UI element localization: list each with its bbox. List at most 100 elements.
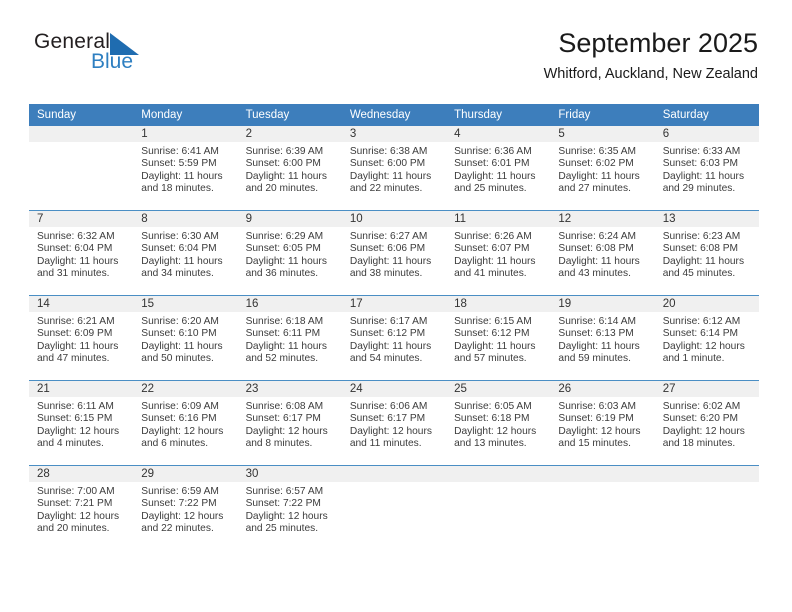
sunset-time: Sunset: 6:05 PM	[245, 243, 321, 255]
day-details: Sunrise: 6:35 AM Sunset: 6:02 PM Daylight:…	[550, 142, 654, 195]
calendar-day-cell[interactable]: 15 Sunrise: 6:20 AM Sunset: 6:10 PM Dayligh…	[133, 295, 238, 381]
sunrise-time: Sunrise: 6:08 AM	[245, 401, 324, 412]
day-details: Sunrise: 6:59 AM Sunset: 7:22 PM Daylight:…	[133, 482, 237, 535]
sunset-time: Sunset: 6:10 PM	[141, 328, 217, 340]
calendar-day-cell[interactable]: 7 Sunrise: 6:32 AM Sunset: 6:04 PM Daylight…	[29, 210, 134, 296]
daylight-duration-line2: and 43 minutes.	[558, 267, 631, 279]
day-cell-inner: 27 Sunrise: 6:02 AM Sunset: 6:20 PM Dayligh…	[654, 381, 759, 465]
calendar-day-cell[interactable]: 28 Sunrise: 7:00 AM Sunset: 7:21 PM Dayligh…	[29, 465, 134, 550]
sunset-time: Sunset: 6:08 PM	[662, 243, 739, 255]
calendar-day-cell[interactable]: 21 Sunrise: 6:11 AM Sunset: 6:15 PM Dayligh…	[29, 380, 134, 466]
daylight-duration-line2: and 45 minutes.	[662, 267, 736, 279]
sunrise-time: Sunrise: 6:39 AM	[245, 146, 324, 157]
calendar-day-cell[interactable]: 20 Sunrise: 6:12 AM Sunset: 6:14 PM Dayligh…	[654, 295, 759, 381]
calendar-day-cell[interactable]: 26 Sunrise: 6:03 AM Sunset: 6:19 PM Dayligh…	[550, 380, 655, 466]
calendar-day-cell[interactable]: 18 Sunrise: 6:15 AM Sunset: 6:12 PM Dayligh…	[446, 295, 551, 381]
day-details: Sunrise: 6:17 AM Sunset: 6:12 PM Daylight:…	[342, 312, 446, 365]
day-number: 28	[29, 466, 134, 482]
daylight-duration-line2: and 22 minutes.	[141, 522, 214, 534]
day-cell-inner: 17 Sunrise: 6:17 AM Sunset: 6:12 PM Dayligh…	[341, 296, 447, 380]
day-number: 27	[654, 381, 759, 397]
calendar-day-cell[interactable]: 9 Sunrise: 6:29 AM Sunset: 6:05 PM Daylight…	[237, 210, 342, 296]
daylight-duration-line2: and 13 minutes.	[454, 437, 527, 449]
day-number: 13	[654, 211, 759, 227]
daylight-duration-line1: Daylight: 12 hours	[558, 425, 641, 437]
daylight-duration-line1: Daylight: 12 hours	[662, 425, 745, 437]
calendar-day-cell[interactable]: 1 Sunrise: 6:41 AM Sunset: 5:59 PM Daylight…	[133, 126, 238, 211]
daylight-duration-line2: and 38 minutes.	[349, 267, 423, 279]
calendar-day-cell[interactable]: 13 Sunrise: 6:23 AM Sunset: 6:08 PM Dayligh…	[654, 210, 759, 296]
calendar-day-cell[interactable]: 8 Sunrise: 6:30 AM Sunset: 6:04 PM Daylight…	[133, 210, 238, 296]
day-cell-inner: 23 Sunrise: 6:08 AM Sunset: 6:17 PM Dayligh…	[237, 381, 342, 465]
day-cell-inner: 16 Sunrise: 6:18 AM Sunset: 6:11 PM Dayligh…	[237, 296, 342, 380]
daylight-duration-line1: Daylight: 11 hours	[245, 340, 327, 352]
calendar-day-cell[interactable]: 10 Sunrise: 6:27 AM Sunset: 6:06 PM Dayligh…	[341, 210, 447, 296]
calendar-day-cell[interactable]: 3 Sunrise: 6:38 AM Sunset: 6:00 PM Daylight…	[341, 126, 447, 211]
sunset-time: Sunset: 6:14 PM	[662, 328, 739, 340]
calendar-day-cell[interactable]: 11 Sunrise: 6:26 AM Sunset: 6:07 PM Dayligh…	[446, 210, 551, 296]
weekday-header-sunday: Sunday	[29, 104, 134, 126]
calendar-day-cell[interactable]: 5 Sunrise: 6:35 AM Sunset: 6:02 PM Daylight…	[550, 126, 655, 211]
daylight-duration-line2: and 11 minutes.	[349, 437, 422, 449]
sunrise-time: Sunrise: 6:32 AM	[37, 231, 115, 242]
calendar-day-cell[interactable]: 19 Sunrise: 6:14 AM Sunset: 6:13 PM Dayligh…	[550, 295, 655, 381]
weekday-header-tuesday: Tuesday	[237, 104, 342, 126]
calendar-week-row: 28 Sunrise: 7:00 AM Sunset: 7:21 PM Dayligh…	[29, 465, 759, 550]
calendar-day-cell[interactable]: 12 Sunrise: 6:24 AM Sunset: 6:08 PM Dayligh…	[550, 210, 655, 296]
brand-logo[interactable]: General Blue	[34, 30, 214, 78]
day-number: 5	[550, 126, 655, 142]
day-number: 11	[446, 211, 551, 227]
daylight-duration-line2: and 59 minutes.	[558, 352, 631, 364]
day-details: Sunrise: 6:24 AM Sunset: 6:08 PM Daylight:…	[550, 227, 654, 280]
calendar-day-cell[interactable]: 14 Sunrise: 6:21 AM Sunset: 6:09 PM Dayligh…	[29, 295, 134, 381]
day-number: 9	[237, 211, 342, 227]
sunrise-time: Sunrise: 6:11 AM	[37, 401, 114, 412]
page-header: General Blue September 2025 Whitford, Au…	[0, 0, 792, 82]
daylight-duration-line2: and 8 minutes.	[245, 437, 313, 449]
day-details: Sunrise: 6:21 AM Sunset: 6:09 PM Daylight:…	[29, 312, 133, 365]
day-number: 24	[341, 381, 447, 397]
day-number: 4	[446, 126, 551, 142]
calendar-day-cell[interactable]: 23 Sunrise: 6:08 AM Sunset: 6:17 PM Dayligh…	[237, 380, 342, 466]
sunrise-time: Sunrise: 6:18 AM	[245, 316, 324, 327]
calendar-day-cell[interactable]: 25 Sunrise: 6:05 AM Sunset: 6:18 PM Dayligh…	[446, 380, 551, 466]
sunset-time: Sunset: 5:59 PM	[141, 158, 217, 170]
sunrise-time: Sunrise: 6:26 AM	[454, 231, 532, 242]
daylight-duration-line1: Daylight: 11 hours	[37, 255, 119, 267]
calendar-day-cell[interactable]: 30 Sunrise: 6:57 AM Sunset: 7:22 PM Dayligh…	[237, 465, 342, 550]
daylight-duration-line2: and 20 minutes.	[245, 182, 319, 194]
day-details: Sunrise: 6:23 AM Sunset: 6:08 PM Daylight:…	[655, 227, 759, 280]
sunset-time: Sunset: 6:00 PM	[349, 158, 426, 170]
sunset-time: Sunset: 6:06 PM	[349, 243, 426, 255]
day-cell-inner: 5 Sunrise: 6:35 AM Sunset: 6:02 PM Daylight…	[550, 126, 655, 210]
day-number: 10	[341, 211, 447, 227]
sunrise-time: Sunrise: 6:12 AM	[662, 316, 741, 327]
calendar-day-cell[interactable]: 6 Sunrise: 6:33 AM Sunset: 6:03 PM Daylight…	[654, 126, 759, 211]
page-title: September 2025	[558, 28, 758, 58]
daylight-duration-line2: and 57 minutes.	[454, 352, 527, 364]
day-cell-inner: 28 Sunrise: 7:00 AM Sunset: 7:21 PM Dayligh…	[29, 466, 134, 550]
calendar-day-cell[interactable]: 22 Sunrise: 6:09 AM Sunset: 6:16 PM Dayligh…	[133, 380, 238, 466]
calendar-day-cell[interactable]: 16 Sunrise: 6:18 AM Sunset: 6:11 PM Dayligh…	[237, 295, 342, 381]
daylight-duration-line2: and 36 minutes.	[245, 267, 319, 279]
calendar-day-cell[interactable]: 4 Sunrise: 6:36 AM Sunset: 6:01 PM Daylight…	[446, 126, 551, 211]
title-block: September 2025 Whitford, Auckland, New Z…	[544, 28, 758, 82]
day-details: Sunrise: 6:20 AM Sunset: 6:10 PM Daylight:…	[133, 312, 237, 365]
day-cell-inner: 11 Sunrise: 6:26 AM Sunset: 6:07 PM Dayligh…	[446, 211, 551, 295]
day-number: 18	[446, 296, 551, 312]
calendar-day-cell[interactable]: 24 Sunrise: 6:06 AM Sunset: 6:17 PM Dayligh…	[341, 380, 447, 466]
day-cell-inner: 25 Sunrise: 6:05 AM Sunset: 6:18 PM Dayligh…	[446, 381, 551, 465]
calendar-day-cell[interactable]: 17 Sunrise: 6:17 AM Sunset: 6:12 PM Dayligh…	[341, 295, 447, 381]
day-number	[29, 126, 134, 142]
sunset-time: Sunset: 7:21 PM	[37, 498, 113, 510]
day-cell-inner: 10 Sunrise: 6:27 AM Sunset: 6:06 PM Dayligh…	[341, 211, 447, 295]
calendar-day-cell[interactable]: 2 Sunrise: 6:39 AM Sunset: 6:00 PM Daylight…	[237, 126, 342, 211]
day-cell-inner: 2 Sunrise: 6:39 AM Sunset: 6:00 PM Daylight…	[237, 126, 342, 210]
sunset-time: Sunset: 6:02 PM	[558, 158, 634, 170]
location-subtitle: Whitford, Auckland, New Zealand	[543, 66, 758, 83]
calendar-day-cell[interactable]: 27 Sunrise: 6:02 AM Sunset: 6:20 PM Dayligh…	[654, 380, 759, 466]
calendar-day-cell[interactable]: 29 Sunrise: 6:59 AM Sunset: 7:22 PM Dayligh…	[133, 465, 238, 550]
day-cell-inner: 7 Sunrise: 6:32 AM Sunset: 6:04 PM Daylight…	[29, 211, 134, 295]
sunset-time: Sunset: 6:15 PM	[37, 413, 113, 425]
day-details: Sunrise: 6:08 AM Sunset: 6:17 PM Daylight:…	[238, 397, 342, 450]
